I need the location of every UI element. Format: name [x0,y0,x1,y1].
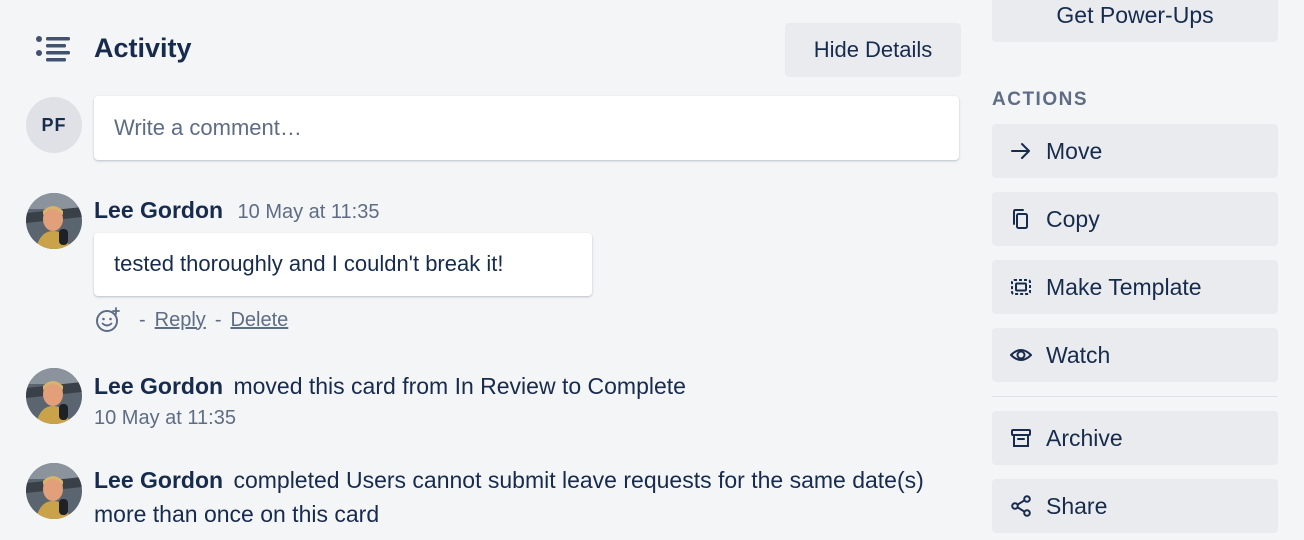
archive-button[interactable]: Archive [992,411,1278,465]
avatar-photo-icon [26,463,82,519]
reply-link[interactable]: Reply [155,309,206,332]
make-template-button[interactable]: Make Template [992,260,1278,314]
comment-text: tested thoroughly and I couldn't break i… [94,233,592,296]
watch-label: Watch [1046,341,1111,368]
comment-actions: - Reply - Delete [94,306,288,334]
move-button[interactable]: Move [992,124,1278,178]
actions-heading: ACTIONS [992,89,1088,110]
watch-button[interactable]: Watch [992,328,1278,382]
separator: - [139,308,146,331]
activity-time[interactable]: 10 May at 11:35 [94,407,236,430]
copy-icon [1008,206,1034,232]
archive-label: Archive [1046,424,1123,451]
activity-title: Activity [94,33,192,63]
comment-input[interactable] [94,96,959,160]
hide-details-button[interactable]: Hide Details [785,23,961,77]
avatar[interactable] [26,368,82,424]
comment-author[interactable]: Lee Gordon [94,197,223,223]
copy-label: Copy [1046,205,1100,232]
delete-link[interactable]: Delete [230,309,288,332]
activity-author[interactable]: Lee Gordon [94,373,223,399]
template-icon [1008,274,1034,300]
get-power-ups-button[interactable]: Get Power-Ups [992,0,1278,42]
comment-time[interactable]: 10 May at 11:35 [238,201,380,223]
archive-icon [1008,425,1034,451]
share-label: Share [1046,492,1108,519]
move-label: Move [1046,137,1103,164]
share-button[interactable]: Share [992,479,1278,533]
eye-icon [1008,342,1034,368]
activity-item: Lee Gordon completed Users cannot submit… [94,463,934,531]
divider [992,396,1278,397]
activity-author[interactable]: Lee Gordon [94,467,223,493]
activity-item: Lee Gordon moved this card from In Revie… [94,369,686,403]
activity-list-icon [36,36,70,62]
avatar-photo-icon [26,193,82,249]
current-user-avatar[interactable]: PF [26,97,82,153]
separator: - [214,308,222,331]
copy-button[interactable]: Copy [992,192,1278,246]
share-icon [1008,493,1034,519]
make-template-label: Make Template [1046,273,1202,300]
add-reaction-icon[interactable] [94,306,122,334]
avatar[interactable] [26,193,82,249]
avatar[interactable] [26,463,82,519]
activity-text: moved this card from In Review to Comple… [233,373,686,399]
comment-header: Lee Gordon 10 May at 11:35 [94,197,379,224]
arrow-right-icon [1008,138,1034,164]
avatar-photo-icon [26,368,82,424]
